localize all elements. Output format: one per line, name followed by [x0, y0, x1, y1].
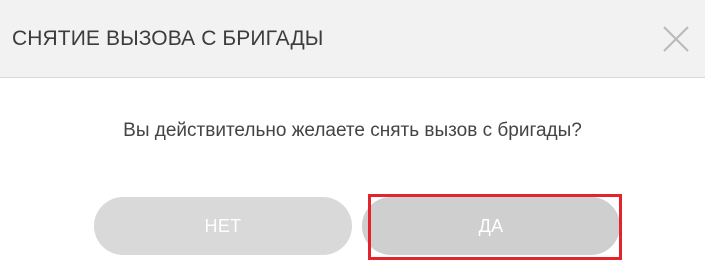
confirm-dialog: СНЯТИЕ ВЫЗОВА С БРИГАДЫ Вы действительно…	[0, 0, 705, 266]
dialog-body: Вы действительно желаете снять вызов с б…	[0, 78, 705, 266]
close-button[interactable]	[661, 24, 691, 54]
dialog-title: СНЯТИЕ ВЫЗОВА С БРИГАДЫ	[12, 27, 324, 50]
no-button[interactable]: НЕТ	[94, 197, 352, 255]
yes-button[interactable]: ДА	[362, 197, 620, 255]
dialog-header: СНЯТИЕ ВЫЗОВА С БРИГАДЫ	[0, 0, 705, 78]
close-icon	[663, 26, 689, 52]
confirmation-message: Вы действительно желаете снять вызов с б…	[123, 120, 582, 141]
